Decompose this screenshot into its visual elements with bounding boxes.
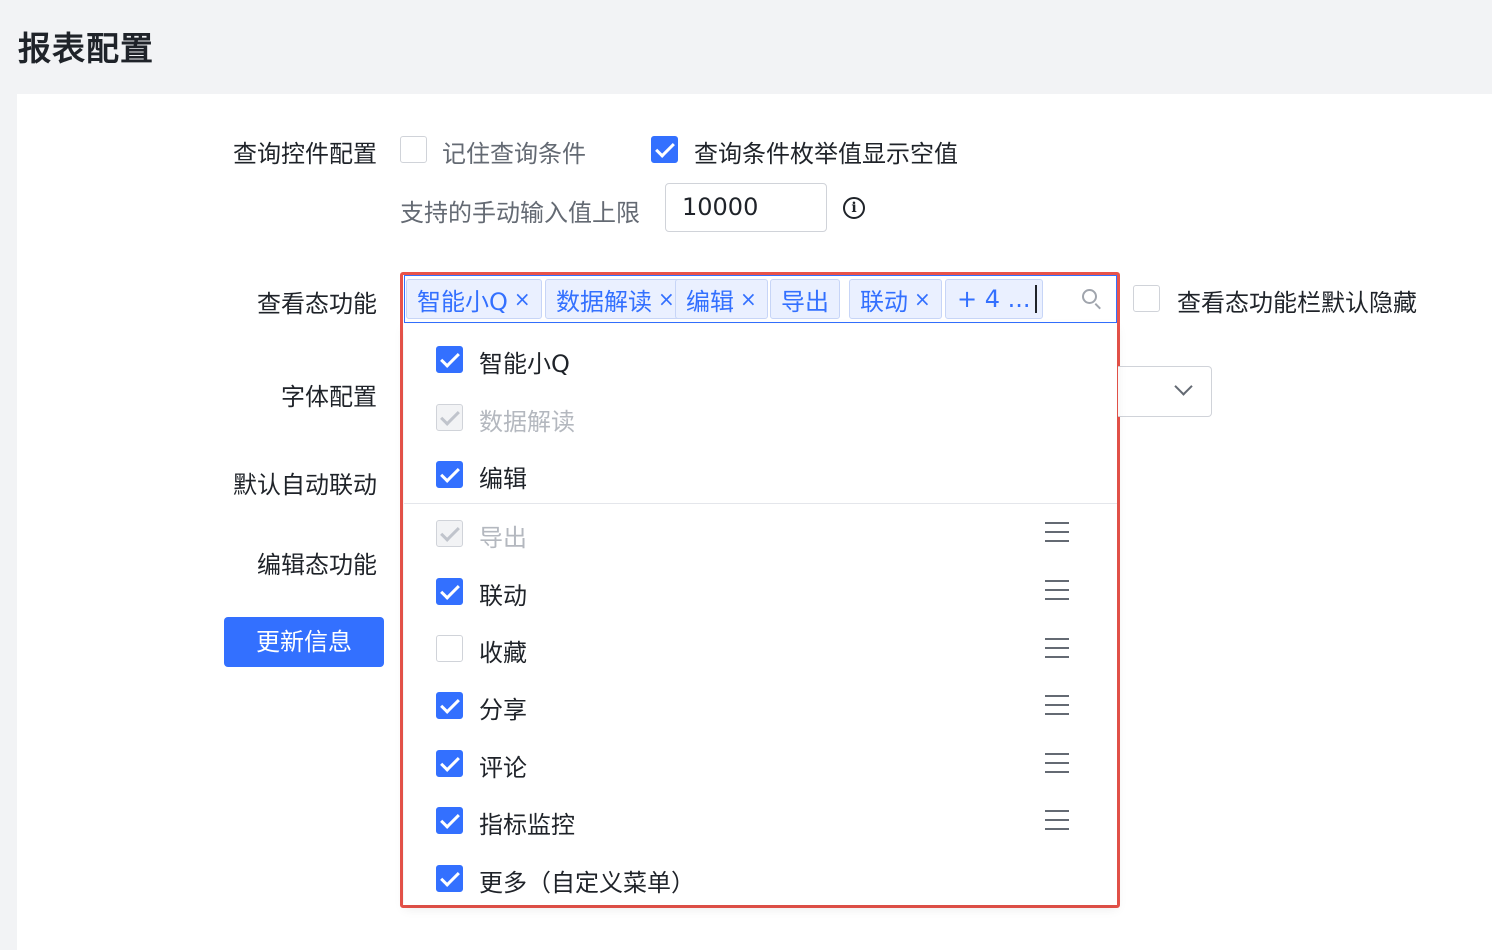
option-label[interactable]: 智能小Q: [479, 344, 570, 379]
close-icon[interactable]: ×: [740, 287, 757, 311]
option-label[interactable]: 编辑: [479, 459, 527, 494]
option-label[interactable]: 分享: [479, 690, 527, 725]
tag-label: 导出: [781, 287, 829, 316]
query-config-label: 查询控件配置: [233, 140, 377, 168]
option-checkbox[interactable]: [436, 692, 463, 719]
option-checkbox[interactable]: [436, 865, 463, 892]
drag-handle-icon[interactable]: [1045, 753, 1069, 773]
option-checkbox[interactable]: [436, 750, 463, 777]
auto-link-label: 默认自动联动: [233, 471, 377, 499]
option-label: 数据解读: [479, 408, 575, 436]
tag-label: 联动: [860, 287, 908, 316]
tag-label: 编辑: [686, 287, 734, 316]
font-select[interactable]: [1118, 366, 1212, 417]
drag-handle-icon[interactable]: [1045, 522, 1069, 542]
option-checkbox[interactable]: [436, 578, 463, 605]
hide-default-checkbox[interactable]: [1133, 285, 1160, 312]
tag-export: 导出: [770, 279, 840, 319]
drag-handle-icon[interactable]: [1045, 580, 1069, 600]
input-limit-label: 支持的手动输入值上限: [400, 199, 640, 227]
search-icon: [1082, 289, 1097, 304]
close-icon[interactable]: ×: [658, 287, 675, 311]
font-config-label: 字体配置: [281, 383, 377, 411]
option-checkbox: [436, 404, 463, 431]
show-empty-checkbox[interactable]: [651, 136, 678, 163]
text-caret: [1035, 285, 1037, 313]
tag-edit: 编辑 ×: [675, 279, 768, 319]
option-label[interactable]: 指标监控: [479, 805, 575, 840]
page-title: 报表配置: [18, 29, 154, 68]
info-icon[interactable]: i: [843, 197, 865, 219]
option-label[interactable]: 更多（自定义菜单）: [479, 863, 695, 898]
option-checkbox: [436, 520, 463, 547]
tag-label: 智能小Q: [417, 287, 508, 316]
update-button[interactable]: 更新信息: [224, 617, 384, 667]
option-label[interactable]: 收藏: [479, 633, 527, 668]
option-checkbox[interactable]: [436, 346, 463, 373]
tag-linkage: 联动 ×: [849, 279, 942, 319]
drag-handle-icon[interactable]: [1045, 810, 1069, 830]
drag-handle-icon[interactable]: [1045, 638, 1069, 658]
close-icon[interactable]: ×: [914, 287, 931, 311]
option-checkbox[interactable]: [436, 461, 463, 488]
tag-label: 数据解读: [556, 287, 652, 316]
show-empty-label[interactable]: 查询条件枚举值显示空值: [694, 134, 958, 169]
option-label: 导出: [479, 524, 527, 552]
option-checkbox[interactable]: [436, 635, 463, 662]
remember-query-checkbox[interactable]: [400, 136, 427, 163]
option-checkbox[interactable]: [436, 807, 463, 834]
input-limit-field[interactable]: 10000: [665, 183, 827, 232]
tag-data-insight: 数据解读 ×: [545, 279, 686, 319]
view-features-label: 查看态功能: [257, 290, 377, 318]
option-label[interactable]: 联动: [479, 576, 527, 611]
tag-smart-q: 智能小Q ×: [406, 279, 542, 319]
dropdown-divider: [404, 503, 1117, 504]
option-label[interactable]: 评论: [479, 748, 527, 783]
tag-more-count[interactable]: + 4 ...: [945, 279, 1043, 319]
edit-features-label: 编辑态功能: [257, 551, 377, 579]
remember-query-label[interactable]: 记住查询条件: [442, 134, 586, 169]
drag-handle-icon[interactable]: [1045, 695, 1069, 715]
close-icon[interactable]: ×: [514, 287, 531, 311]
hide-default-label[interactable]: 查看态功能栏默认隐藏: [1177, 283, 1417, 318]
